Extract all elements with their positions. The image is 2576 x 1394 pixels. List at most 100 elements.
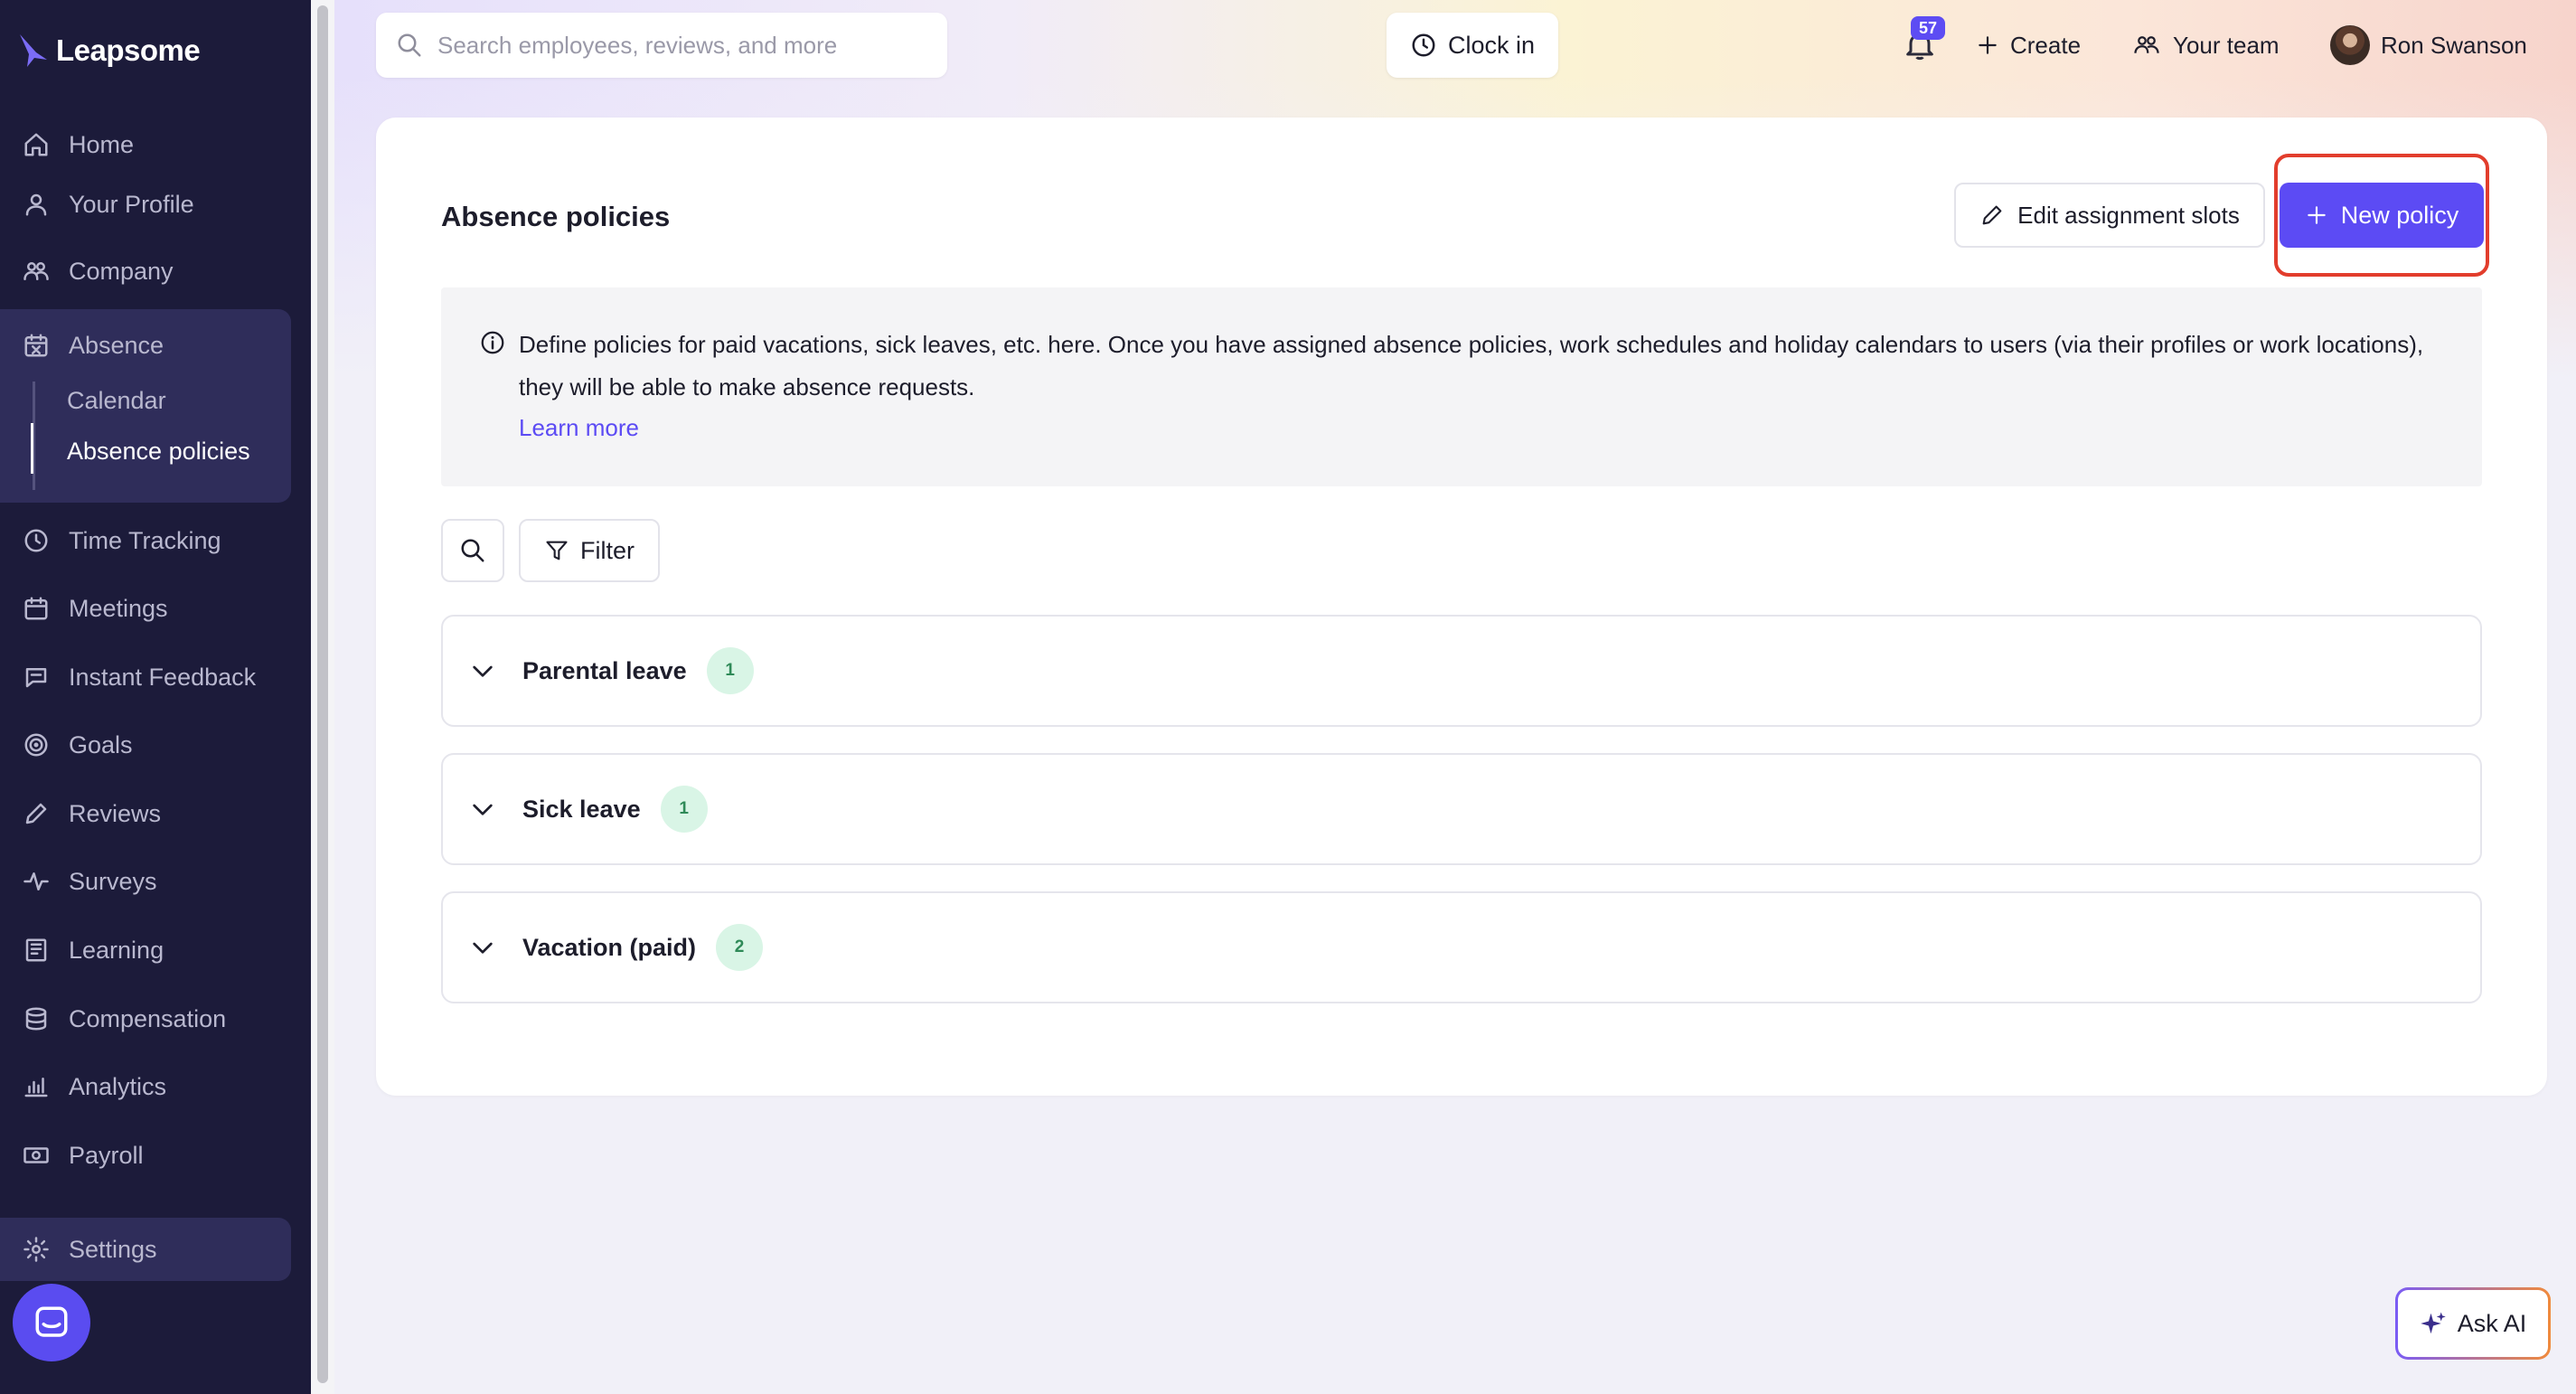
sidebar-item-home[interactable]: Home — [0, 116, 291, 174]
clock-icon — [22, 526, 51, 555]
sidebar-subitem-absence-policies[interactable]: Absence policies — [67, 438, 250, 466]
notification-badge: 57 — [1911, 16, 1945, 40]
sidebar-scrollbar[interactable] — [311, 0, 334, 1394]
policy-count-badge: 2 — [716, 924, 764, 971]
your-team-button[interactable]: Your team — [2131, 25, 2280, 65]
sidebar-item-absence[interactable]: Absence — [0, 316, 291, 374]
gear-icon — [22, 1235, 51, 1264]
sidebar-item-goals[interactable]: Goals — [0, 716, 291, 774]
book-icon — [22, 936, 51, 965]
home-icon — [22, 130, 51, 159]
policy-count-badge: 1 — [706, 647, 754, 694]
absence-group: Absence Calendar Absence policies — [0, 309, 291, 503]
leapsome-logo-icon — [20, 34, 47, 67]
target-icon — [22, 730, 51, 759]
policy-row-vacation-paid[interactable]: Vacation (paid) 2 — [441, 891, 2482, 1003]
chat-icon — [22, 663, 51, 692]
policy-name: Parental leave — [522, 656, 687, 684]
filter-icon — [546, 541, 568, 560]
sidebar-item-your-profile[interactable]: Your Profile — [0, 175, 291, 233]
plus-icon — [2307, 206, 2326, 224]
new-policy-label: New policy — [2340, 201, 2459, 229]
chat-bubble-icon — [35, 1306, 68, 1337]
sidebar-item-label: Settings — [69, 1235, 157, 1263]
sidebar-item-settings[interactable]: Settings — [0, 1218, 291, 1281]
sidebar-item-label: Learning — [69, 936, 165, 964]
absence-policies-card: Absence policies Edit assignment slots N… — [376, 118, 2547, 1096]
sidebar-item-reviews[interactable]: Reviews — [0, 785, 291, 843]
sidebar-item-label: Compensation — [69, 1004, 227, 1032]
learn-more-link[interactable]: Learn more — [519, 414, 639, 442]
sidebar-item-label: Absence — [69, 331, 165, 359]
page-title: Absence policies — [441, 201, 671, 232]
new-policy-button[interactable]: New policy — [2280, 183, 2484, 248]
sidebar-item-label: Reviews — [69, 799, 162, 827]
sidebar-item-surveys[interactable]: Surveys — [0, 852, 291, 910]
sidebar-item-company[interactable]: Company — [0, 242, 291, 300]
pen-icon — [22, 799, 51, 828]
sidebar-item-label: Analytics — [69, 1072, 167, 1100]
logo-text: Leapsome — [56, 33, 201, 67]
support-chat-button[interactable] — [13, 1284, 90, 1361]
sidebar-item-label: Meetings — [69, 594, 168, 622]
sidebar-item-time-tracking[interactable]: Time Tracking — [0, 512, 291, 570]
info-banner: Define policies for paid vacations, sick… — [441, 287, 2482, 486]
filter-label: Filter — [580, 536, 635, 564]
sidebar-item-instant-feedback[interactable]: Instant Feedback — [0, 648, 291, 706]
search-icon — [461, 539, 484, 562]
sidebar-item-label: Surveys — [69, 867, 157, 895]
logo[interactable]: Leapsome — [18, 27, 201, 74]
sidebar: Leapsome Home Your Profile Company Absen… — [0, 0, 311, 1394]
sidebar-item-label: Time Tracking — [69, 526, 221, 554]
sidebar-item-label: Instant Feedback — [69, 663, 257, 691]
sidebar-item-payroll[interactable]: Payroll — [0, 1126, 291, 1184]
search-input[interactable] — [437, 31, 944, 60]
pulse-icon — [22, 867, 51, 896]
sidebar-item-analytics[interactable]: Analytics — [0, 1058, 291, 1116]
people-icon — [22, 257, 51, 286]
user-icon — [22, 190, 51, 219]
chevron-down-icon[interactable] — [468, 656, 497, 685]
edit-assignment-slots-button[interactable]: Edit assignment slots — [1954, 183, 2265, 248]
sidebar-item-label: Company — [69, 257, 174, 285]
your-team-label: Your team — [2173, 31, 2280, 59]
clock-in-button[interactable]: Clock in — [1387, 13, 1558, 78]
search-icon — [398, 33, 421, 57]
user-menu[interactable]: Ron Swanson — [2330, 25, 2527, 65]
chevron-down-icon[interactable] — [468, 795, 497, 824]
plus-icon — [1979, 36, 1997, 54]
policy-name: Sick leave — [522, 795, 641, 823]
clock-in-label: Clock in — [1447, 31, 1536, 59]
chevron-down-icon[interactable] — [468, 933, 497, 962]
sidebar-item-learning[interactable]: Learning — [0, 921, 291, 979]
create-label: Create — [2010, 31, 2082, 59]
sidebar-item-compensation[interactable]: Compensation — [0, 990, 291, 1048]
sidebar-item-label: Your Profile — [69, 190, 194, 218]
sidebar-item-meetings[interactable]: Meetings — [0, 579, 291, 637]
sidebar-item-label: Payroll — [69, 1141, 144, 1169]
chart-icon — [22, 1072, 51, 1101]
sidebar-item-label: Home — [69, 130, 135, 158]
avatar — [2330, 25, 2370, 65]
policy-search-button[interactable] — [441, 519, 504, 582]
edit-assignment-slots-label: Edit assignment slots — [2017, 201, 2240, 229]
money-icon — [22, 1141, 51, 1170]
info-text: Define policies for paid vacations, sick… — [519, 331, 2424, 400]
calendar-x-icon — [22, 331, 51, 360]
sidebar-item-label: Goals — [69, 730, 133, 758]
ask-ai-button[interactable]: Ask AI — [2395, 1287, 2551, 1360]
policy-count-badge: 1 — [660, 786, 708, 833]
clock-icon — [1412, 33, 1435, 57]
sidebar-subitem-calendar[interactable]: Calendar — [67, 387, 166, 415]
create-button[interactable]: Create — [1976, 25, 2081, 65]
people-icon — [2134, 36, 2159, 53]
global-search[interactable] — [376, 13, 947, 78]
policy-name: Vacation (paid) — [522, 933, 697, 961]
info-icon — [481, 331, 504, 354]
scrollbar-thumb[interactable] — [317, 5, 328, 1383]
pencil-icon — [1982, 205, 2002, 225]
coins-icon — [22, 1004, 51, 1033]
filter-button[interactable]: Filter — [519, 519, 660, 582]
policy-row-sick-leave[interactable]: Sick leave 1 — [441, 753, 2482, 865]
policy-row-parental-leave[interactable]: Parental leave 1 — [441, 615, 2482, 727]
